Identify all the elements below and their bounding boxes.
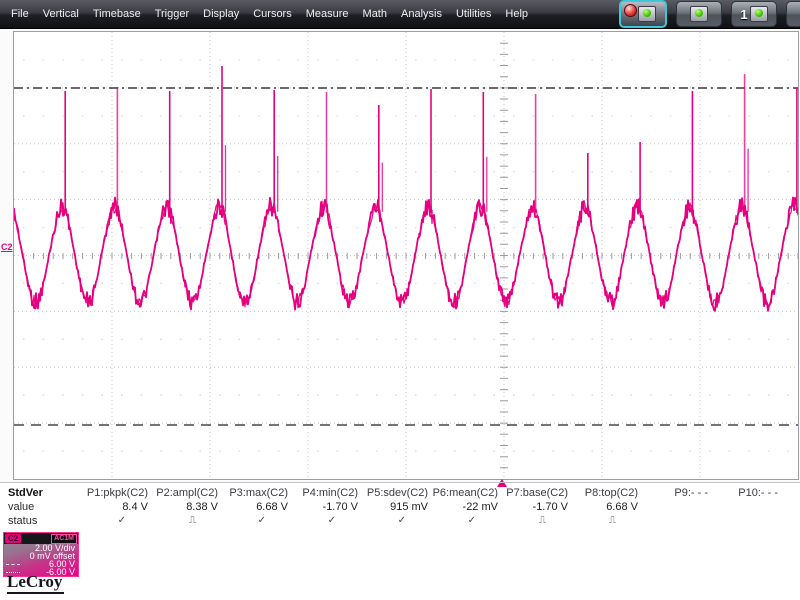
menu-trigger[interactable]: Trigger (148, 8, 196, 20)
scope-display-icon (638, 6, 656, 22)
channel-trace-label[interactable]: C2 (1, 242, 13, 252)
dashdot-line-sample-icon (6, 564, 20, 565)
menu-file[interactable]: File (4, 8, 36, 20)
alarm-clock-icon (624, 4, 637, 17)
menu-measure[interactable]: Measure (299, 8, 356, 20)
coupling-badge: AC1M (51, 533, 77, 544)
display-count-badge: 1 (740, 6, 748, 22)
param-value-p1: 8.4 V (122, 501, 148, 513)
param-value-p6: -22 mV (462, 501, 498, 513)
waveform-display-region: C2 (0, 29, 800, 487)
channel-descriptor-c2[interactable]: C2 AC1M 2.00 V/div 0 mV offset 6.00 V -6… (3, 532, 79, 577)
table-row-label-status: status (8, 515, 38, 527)
menu-cursors[interactable]: Cursors (246, 8, 299, 20)
scope-display-icon (749, 6, 768, 22)
param-value-p8: 6.68 V (606, 501, 638, 513)
param-status-p1: ✓ (117, 515, 126, 526)
param-header-p3[interactable]: P3:max(C2) (220, 486, 290, 500)
param-status-p3: ✓ (257, 515, 266, 526)
menu-bar: File Vertical Timebase Trigger Display Cursor… (0, 0, 800, 29)
lecroy-logo: LeCroy (7, 572, 65, 594)
menu-utilities[interactable]: Utilities (449, 8, 498, 20)
param-value-p2: 8.38 V (186, 501, 218, 513)
param-status-p7: ⎍ (539, 515, 546, 526)
param-header-p5[interactable]: P5:sdev(C2) (360, 486, 430, 500)
table-row-label-value: value (8, 501, 35, 513)
param-value-p5: 915 mV (390, 501, 428, 513)
param-status-p8: ⎍ (609, 515, 616, 526)
param-header-p7[interactable]: P7:base(C2) (500, 486, 570, 500)
param-value-p3: 6.68 V (256, 501, 288, 513)
param-header-p4[interactable]: P4:min(C2) (290, 486, 360, 500)
param-header-p9[interactable]: P9:- - - (640, 486, 710, 500)
param-status-p10 (710, 514, 780, 528)
param-value-p11 (780, 500, 800, 514)
menu-display[interactable]: Display (196, 8, 246, 20)
toolbar-status-icons: 1 (619, 0, 800, 28)
param-status-p4: ✓ (327, 515, 336, 526)
param-status-p6: ✓ (467, 515, 476, 526)
table-row-label-header: StdVer (8, 487, 43, 499)
display-status-button[interactable] (676, 1, 722, 27)
param-status-p2: ⎍ (189, 515, 196, 526)
param-value-p9 (640, 500, 710, 514)
display-1-status-button[interactable]: 1 (731, 1, 777, 27)
param-header-p1[interactable]: P1:pkpk(C2) (80, 486, 150, 500)
param-value-p7: -1.70 V (532, 501, 568, 513)
graticule[interactable] (13, 31, 799, 480)
auto-trigger-status-button[interactable] (619, 0, 667, 28)
menu-vertical[interactable]: Vertical (36, 8, 86, 20)
menu-analysis[interactable]: Analysis (394, 8, 449, 20)
table-separator (0, 482, 800, 483)
menu-items: File Vertical Timebase Trigger Display Cursor… (4, 0, 535, 28)
measurement-table: StdVer P1:pkpk(C2) P2:ampl(C2) P3:max(C2) P4… (0, 486, 800, 528)
param-value-p10 (710, 500, 780, 514)
param-status-p5: ✓ (397, 515, 406, 526)
param-header-p6[interactable]: P6:mean(C2) (430, 486, 500, 500)
param-status-p9 (640, 514, 710, 528)
scope-display-icon (690, 6, 708, 22)
menu-help[interactable]: Help (498, 8, 535, 20)
menu-timebase[interactable]: Timebase (86, 8, 148, 20)
clipped-edge-button[interactable] (786, 1, 800, 27)
param-header-p8[interactable]: P8:top(C2) (570, 486, 640, 500)
param-header-p10[interactable]: P10:- - - (710, 486, 780, 500)
waveform-plot (14, 32, 798, 479)
menu-math[interactable]: Math (356, 8, 394, 20)
param-value-p4: -1.70 V (322, 501, 358, 513)
param-status-p11 (780, 514, 800, 528)
channel-badge: C2 (5, 534, 22, 543)
param-header-p11[interactable]: P1 (780, 486, 800, 500)
param-header-p2[interactable]: P2:ampl(C2) (150, 486, 220, 500)
